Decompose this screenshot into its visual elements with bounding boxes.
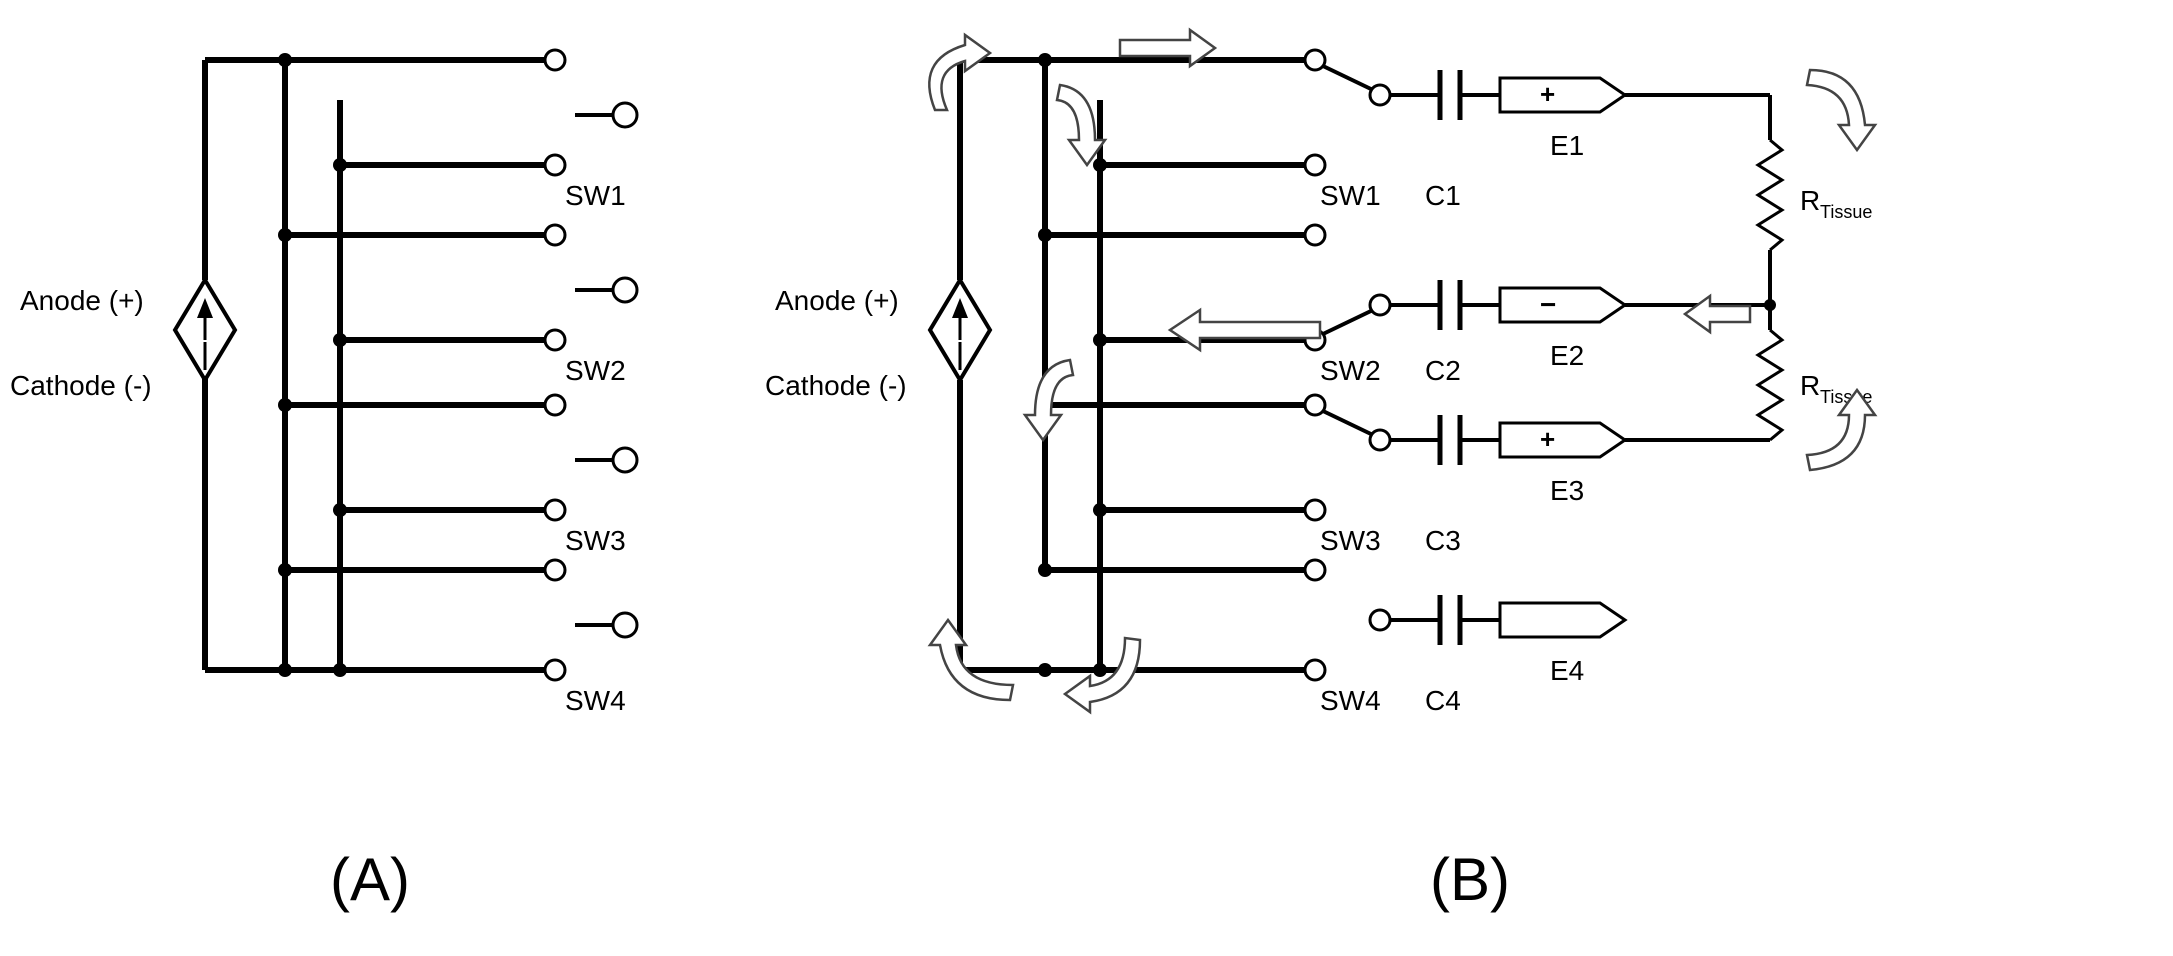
e1-sign: + (1540, 79, 1555, 109)
sw3b-label: SW3 (1320, 525, 1381, 556)
sw1b-label: SW1 (1320, 180, 1381, 211)
e2-sign: − (1540, 289, 1556, 320)
c4-label: C4 (1425, 685, 1461, 716)
current-source-a (175, 60, 235, 380)
c1-label: C1 (1425, 180, 1461, 211)
fig-a-label: (A) (330, 846, 410, 913)
e4-label: E4 (1550, 655, 1584, 686)
c2-label: C2 (1425, 355, 1461, 386)
e3-label: E3 (1550, 475, 1584, 506)
sw4b-label: SW4 (1320, 685, 1381, 716)
current-source-b (930, 280, 990, 380)
sw2a-label: SW2 (565, 355, 626, 386)
r1-label: R (1800, 185, 1820, 216)
cathode-label-a: Cathode (-) (10, 370, 152, 401)
circuit-diagram: SW1 SW2 SW3 (0, 0, 2173, 956)
fig-b-label: (B) (1430, 846, 1510, 913)
c3-label: C3 (1425, 525, 1461, 556)
circuit-b: Anode (+) Cathode (-) + SW1 C1 E1 (765, 30, 1875, 716)
sw4a-label: SW4 (565, 685, 626, 716)
flow-arrows (929, 30, 1875, 712)
cathode-label-b: Cathode (-) (765, 370, 907, 401)
sw3a-label: SW3 (565, 525, 626, 556)
circuit-a: SW1 SW2 SW3 (10, 50, 637, 716)
sw2b-label: SW2 (1320, 355, 1381, 386)
r1-sub: Tissue (1820, 202, 1872, 222)
e2-label: E2 (1550, 340, 1584, 371)
anode-label-a: Anode (+) (20, 285, 144, 316)
r2-label: R (1800, 370, 1820, 401)
sw1a-label: SW1 (565, 180, 626, 211)
e1-label: E1 (1550, 130, 1584, 161)
e3-sign: + (1540, 424, 1555, 454)
anode-label-b: Anode (+) (775, 285, 899, 316)
